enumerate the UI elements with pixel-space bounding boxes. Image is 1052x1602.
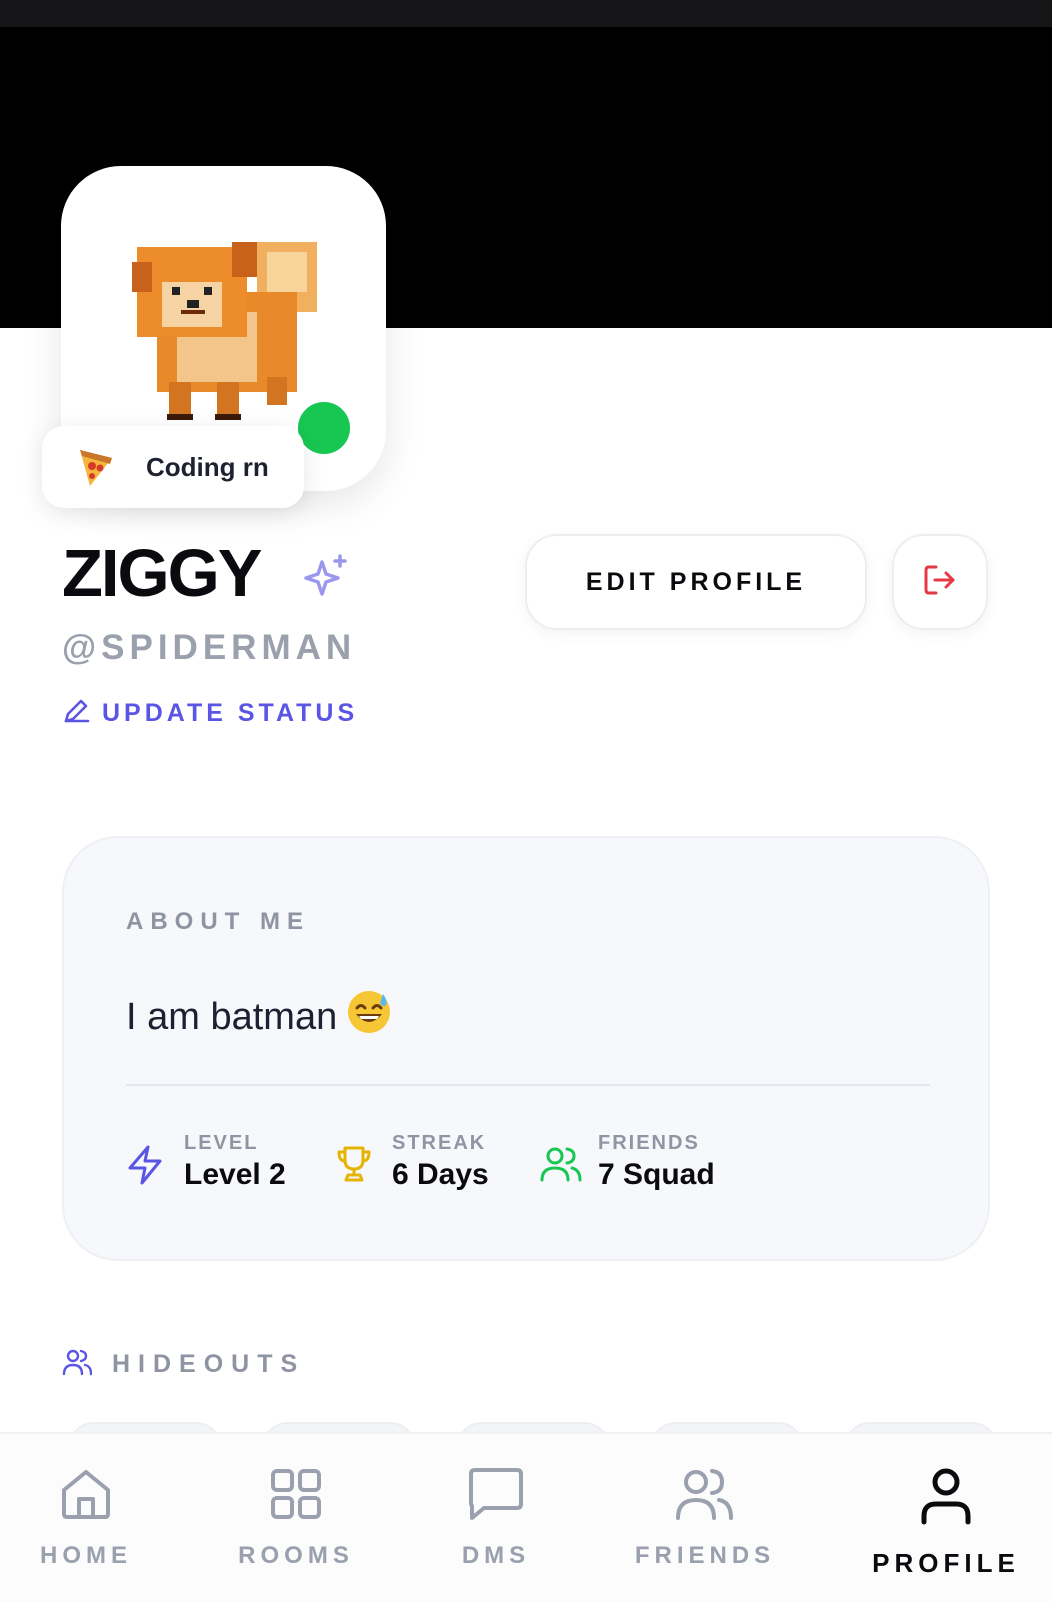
bio-text: I am batman [126, 988, 393, 1046]
pencil-icon [62, 697, 90, 730]
nav-item-friends[interactable]: FRIENDS [605, 1434, 805, 1602]
nav-label: HOME [40, 1542, 132, 1569]
nav-label: DMS [461, 1542, 531, 1569]
update-status-label: UPDATE STATUS [102, 699, 359, 727]
divider [126, 1084, 930, 1086]
friends-icon [675, 1466, 735, 1527]
nav-item-home[interactable]: HOME [0, 1434, 186, 1602]
grinning-sweat-emoji-icon [337, 988, 393, 1046]
stat-label: FRIENDS [598, 1132, 700, 1154]
display-name: ZIGGY [62, 536, 262, 611]
stat-label: LEVEL [184, 1132, 259, 1154]
stat-value: 6 Days [392, 1158, 489, 1191]
status-pill[interactable]: Coding rn [42, 426, 304, 508]
nav-label: ROOMS [238, 1542, 354, 1569]
sparkle-icon [302, 552, 350, 605]
stat-value: 7 Squad [598, 1158, 715, 1191]
stat-label: STREAK [392, 1132, 487, 1154]
bottom-nav: HOME ROOMS DMS FRIENDS PROFILE [0, 1432, 1052, 1602]
grid-icon [268, 1466, 324, 1527]
status-text: Coding rn [146, 452, 269, 482]
hideouts-heading: HIDEOUTS [112, 1350, 306, 1378]
lightning-icon [126, 1144, 164, 1191]
logout-button[interactable] [892, 534, 988, 630]
nav-label: FRIENDS [634, 1542, 776, 1569]
trophy-icon [334, 1144, 374, 1189]
home-icon [58, 1466, 114, 1527]
pizza-icon [76, 446, 116, 493]
about-card: ABOUT ME I am batman LEVEL Level 2 STREA… [62, 836, 990, 1261]
nav-item-profile[interactable]: PROFILE [846, 1434, 1046, 1602]
users-icon [540, 1144, 582, 1189]
logout-icon [920, 560, 960, 605]
nav-item-rooms[interactable]: ROOMS [196, 1434, 396, 1602]
users-icon [62, 1348, 93, 1381]
hideouts-section-header: HIDEOUTS [62, 1348, 305, 1381]
update-status-link[interactable]: UPDATE STATUS [62, 697, 358, 730]
stat-value: Level 2 [184, 1158, 286, 1191]
about-heading: ABOUT ME [126, 908, 310, 935]
chat-icon [466, 1466, 526, 1527]
bio-label: I am batman [126, 995, 338, 1038]
nav-item-dms[interactable]: DMS [396, 1434, 596, 1602]
username-handle: @SPIDERMAN [62, 628, 357, 667]
user-icon [918, 1466, 974, 1531]
edit-profile-button[interactable]: EDIT PROFILE [525, 534, 867, 630]
nav-label: PROFILE [872, 1548, 1020, 1578]
status-bar [0, 0, 1052, 27]
